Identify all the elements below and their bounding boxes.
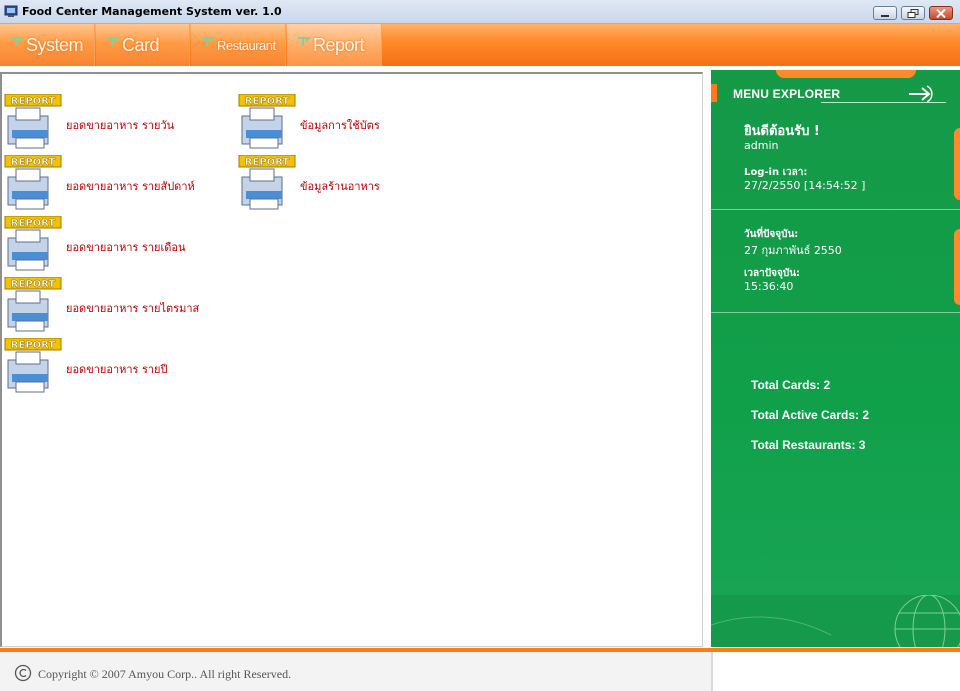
svg-text:REPORT: REPORT bbox=[11, 96, 56, 107]
report-item-yearly-sales[interactable]: REPORT ยอดขายอาหาร รายปี bbox=[4, 338, 214, 396]
login-time-label: Log-in เวลา: bbox=[744, 167, 808, 178]
svg-text:REPORT: REPORT bbox=[245, 96, 290, 107]
report-printer-icon: REPORT bbox=[238, 155, 296, 210]
report-printer-icon: REPORT bbox=[4, 155, 62, 210]
copyright-icon bbox=[14, 664, 32, 682]
panel-decoration bbox=[776, 70, 916, 78]
report-label: ยอดขายอาหาร รายปี bbox=[66, 363, 168, 376]
report-label: ข้อมูลการใช้บัตร bbox=[300, 119, 380, 132]
total-active-cards: Total Active Cards: 2 bbox=[751, 408, 870, 422]
current-date-value: 27 กุมภาพันธ์ 2550 bbox=[744, 244, 842, 257]
report-item-restaurant-info[interactable]: REPORT ข้อมูลร้านอาหาร bbox=[238, 155, 448, 213]
tab-system-label: System bbox=[26, 35, 84, 55]
footer-divider bbox=[711, 652, 713, 691]
close-icon bbox=[936, 9, 946, 18]
svg-text:REPORT: REPORT bbox=[11, 279, 56, 290]
login-time-value: 27/2/2550 [14:54:52 ] bbox=[744, 179, 866, 192]
tab-restaurant[interactable]: Restaurant bbox=[191, 24, 286, 66]
report-printer-icon: REPORT bbox=[238, 94, 296, 149]
report-item-weekly-sales[interactable]: REPORT ยอดขายอาหาร รายสัปดาห์ bbox=[4, 155, 214, 213]
tab-system[interactable]: System bbox=[0, 24, 95, 66]
main-nav: System Card Restaurant Report bbox=[0, 24, 960, 68]
app-icon bbox=[4, 5, 18, 17]
minimize-icon bbox=[881, 15, 889, 17]
restore-button[interactable] bbox=[901, 6, 925, 20]
report-item-monthly-sales[interactable]: REPORT ยอดขายอาหาร รายเดือน bbox=[4, 216, 214, 274]
copyright-text: Copyright © 2007 Amyou Corp.. All right … bbox=[38, 667, 292, 681]
report-label: ยอดขายอาหาร รายเดือน bbox=[66, 241, 186, 254]
total-cards: Total Cards: 2 bbox=[751, 378, 831, 392]
report-label: ยอดขายอาหาร รายไตรมาส bbox=[66, 302, 200, 315]
current-time-value: 15:36:40 bbox=[744, 280, 794, 293]
tab-arrow-icon bbox=[202, 37, 215, 46]
window-title: Food Center Management System ver. 1.0 bbox=[22, 5, 282, 18]
report-printer-icon: REPORT bbox=[4, 277, 62, 332]
restore-icon bbox=[907, 9, 919, 18]
username: admin bbox=[744, 139, 779, 152]
tab-card[interactable]: Card bbox=[96, 24, 190, 66]
tab-arrow-icon bbox=[107, 37, 120, 46]
app-window: Food Center Management System ver. 1.0 S… bbox=[0, 0, 960, 691]
tab-restaurant-label: Restaurant bbox=[217, 38, 276, 53]
menu-explorer-header: MENU EXPLORER bbox=[711, 80, 960, 108]
tab-arrow-icon bbox=[11, 37, 24, 46]
tab-card-label: Card bbox=[122, 35, 160, 55]
globe-decoration bbox=[711, 595, 960, 647]
total-restaurants: Total Restaurants: 3 bbox=[751, 438, 866, 452]
arrow-right-icon[interactable] bbox=[907, 84, 937, 104]
svg-text:REPORT: REPORT bbox=[11, 157, 56, 168]
report-item-card-usage[interactable]: REPORT ข้อมูลการใช้บัตร bbox=[238, 94, 448, 152]
current-time-label: เวลาปัจจุบัน: bbox=[744, 268, 801, 279]
report-label: ยอดขายอาหาร รายสัปดาห์ bbox=[66, 180, 195, 193]
tab-arrow-icon bbox=[298, 37, 311, 46]
report-item-daily-sales[interactable]: REPORT ยอดขายอาหาร รายวัน bbox=[4, 94, 214, 152]
footer: Copyright © 2007 Amyou Corp.. All right … bbox=[0, 652, 711, 691]
svg-text:REPORT: REPORT bbox=[11, 218, 56, 229]
title-bar: Food Center Management System ver. 1.0 bbox=[0, 0, 960, 24]
current-date-label: วันที่ปัจจุบัน: bbox=[744, 229, 799, 240]
svg-text:REPORT: REPORT bbox=[11, 340, 56, 351]
side-tab bbox=[954, 128, 960, 200]
report-printer-icon: REPORT bbox=[4, 216, 62, 271]
header-accent bbox=[711, 84, 717, 102]
report-label: ข้อมูลร้านอาหาร bbox=[300, 180, 380, 193]
svg-text:REPORT: REPORT bbox=[245, 157, 290, 168]
tab-report[interactable]: Report bbox=[287, 24, 382, 66]
user-info-section: ยินดีต้อนรับ ! admin Log-in เวลา: 27/2/2… bbox=[711, 108, 960, 210]
report-item-quarterly-sales[interactable]: REPORT ยอดขายอาหาร รายไตรมาส bbox=[4, 277, 214, 335]
report-label: ยอดขายอาหาร รายวัน bbox=[66, 119, 175, 132]
close-button[interactable] bbox=[929, 6, 953, 20]
menu-explorer-title: MENU EXPLORER bbox=[733, 87, 841, 101]
datetime-section: วันที่ปัจจุบัน: 27 กุมภาพันธ์ 2550 เวลาป… bbox=[711, 211, 960, 313]
tab-report-label: Report bbox=[313, 35, 365, 55]
report-list-panel: REPORT ยอดขายอาหาร รายวัน REPORT ยอดขายอ… bbox=[0, 72, 703, 647]
report-printer-icon: REPORT bbox=[4, 338, 62, 393]
report-printer-icon: REPORT bbox=[4, 94, 62, 149]
side-tab bbox=[954, 229, 960, 305]
welcome-text: ยินดีต้อนรับ ! bbox=[744, 124, 820, 139]
minimize-button[interactable] bbox=[873, 6, 897, 20]
menu-explorer-panel: MENU EXPLORER ยินดีต้อนรับ ! admin Log-i… bbox=[711, 70, 960, 647]
